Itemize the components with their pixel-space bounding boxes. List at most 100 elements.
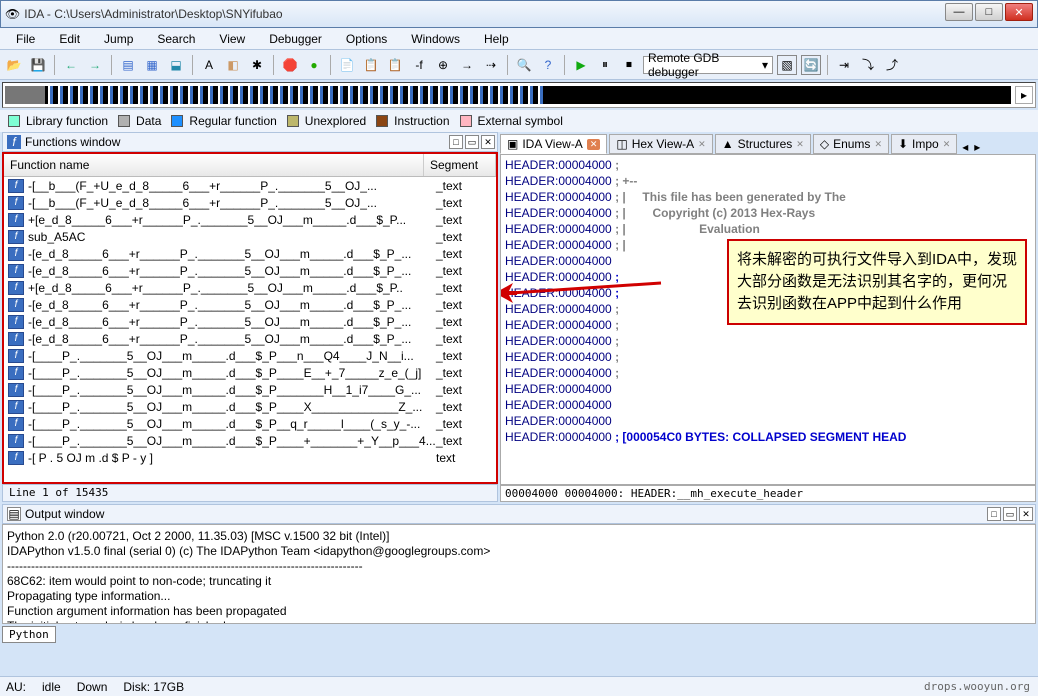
- function-name: -[____P_._______5__OJ___m_____.d___$_P__…: [28, 349, 436, 363]
- close-icon[interactable]: ✕: [943, 139, 951, 150]
- output-line: Propagating type information...: [7, 589, 1031, 604]
- function-row[interactable]: f-[e_d_8_____6___+r______P_._______5__OJ…: [4, 262, 496, 279]
- tab-ida-view-a[interactable]: ▣IDA View-A✕: [500, 134, 607, 154]
- tab-structures[interactable]: ▲Structures✕: [715, 134, 811, 154]
- close-icon[interactable]: ✕: [874, 139, 882, 150]
- tool-icon[interactable]: ⬓: [166, 55, 186, 75]
- run-icon[interactable]: ▶: [571, 55, 591, 75]
- circle-icon[interactable]: ●: [304, 55, 324, 75]
- function-row[interactable]: f-[__b___(F_+U_e_d_8_____6___+r______P_.…: [4, 194, 496, 211]
- col-segment[interactable]: Segment: [424, 154, 496, 176]
- function-row[interactable]: f-[e_d_8_____6___+r______P_._______5__OJ…: [4, 296, 496, 313]
- function-row[interactable]: f-[____P_._______5__OJ___m_____.d___$_P_…: [4, 398, 496, 415]
- menu-view[interactable]: View: [209, 30, 255, 48]
- pause-icon[interactable]: ⏸: [595, 55, 615, 75]
- debug-icon[interactable]: ⇢: [481, 55, 501, 75]
- menu-help[interactable]: Help: [474, 30, 519, 48]
- menu-file[interactable]: File: [6, 30, 45, 48]
- panel-close-icon[interactable]: ✕: [1019, 507, 1033, 521]
- open-icon[interactable]: 📂: [4, 55, 24, 75]
- function-row[interactable]: f-[____P_._______5__OJ___m_____.d___$_P_…: [4, 415, 496, 432]
- menu-debugger[interactable]: Debugger: [259, 30, 332, 48]
- close-button[interactable]: ✕: [1005, 3, 1033, 21]
- nav-back-icon[interactable]: ←: [61, 55, 81, 75]
- step-icon[interactable]: ⤵: [858, 55, 878, 75]
- tab-label: IDA View-A: [522, 137, 582, 151]
- nav-arrow-icon[interactable]: ▸: [1015, 86, 1033, 104]
- debug-icon[interactable]: →: [457, 55, 477, 75]
- function-row[interactable]: f-[e_d_8_____6___+r______P_._______5__OJ…: [4, 245, 496, 262]
- close-icon[interactable]: ✕: [587, 139, 601, 150]
- output-content[interactable]: Python 2.0 (r20.00721, Oct 2 2000, 11.35…: [2, 524, 1036, 624]
- help-icon[interactable]: ?: [538, 55, 558, 75]
- function-row[interactable]: f+[e_d_8_____6___+r______P_._______5__OJ…: [4, 211, 496, 228]
- functions-list: Function name Segment f-[__b___(F_+U_e_d…: [2, 152, 498, 484]
- zoom-icon[interactable]: 🔍: [514, 55, 534, 75]
- panel-minimize-icon[interactable]: □: [449, 135, 463, 149]
- output-line: ----------------------------------------…: [7, 559, 1031, 574]
- col-function-name[interactable]: Function name: [4, 154, 424, 176]
- menu-options[interactable]: Options: [336, 30, 397, 48]
- function-icon: f: [8, 349, 24, 363]
- step-icon[interactable]: ⤴: [882, 55, 902, 75]
- tool-icon[interactable]: ▤: [118, 55, 138, 75]
- tab-enums[interactable]: ◇Enums✕: [813, 134, 889, 154]
- menu-edit[interactable]: Edit: [49, 30, 90, 48]
- menu-search[interactable]: Search: [147, 30, 205, 48]
- panel-restore-icon[interactable]: ▭: [465, 135, 479, 149]
- tool-icon[interactable]: ▦: [142, 55, 162, 75]
- function-row[interactable]: f-[e_d_8_____6___+r______P_._______5__OJ…: [4, 330, 496, 347]
- disasm-line: HEADER:00004000 ; | Copyright (c) 2013 H…: [505, 205, 1031, 221]
- tab-impo[interactable]: ⬇Impo✕: [891, 134, 957, 154]
- tool-icon[interactable]: ▧: [777, 55, 797, 75]
- nav-fwd-icon[interactable]: →: [85, 55, 105, 75]
- save-icon[interactable]: 💾: [28, 55, 48, 75]
- python-button[interactable]: Python: [2, 626, 56, 643]
- stop-icon[interactable]: 🛑: [280, 55, 300, 75]
- menu-windows[interactable]: Windows: [401, 30, 470, 48]
- view-tabs: ▣IDA View-A✕◫Hex View-A✕▲Structures✕◇Enu…: [500, 132, 1036, 154]
- text-icon[interactable]: 📄: [337, 55, 357, 75]
- function-row[interactable]: f-[e_d_8_____6___+r______P_._______5__OJ…: [4, 313, 496, 330]
- function-icon: f: [8, 315, 24, 329]
- close-icon[interactable]: ✕: [796, 139, 804, 150]
- debugger-select[interactable]: Remote GDB debugger▾: [643, 56, 773, 74]
- stop-icon[interactable]: ⏹: [619, 55, 639, 75]
- maximize-button[interactable]: □: [975, 3, 1003, 21]
- text-icon[interactable]: 📋: [361, 55, 381, 75]
- function-row[interactable]: f-[____P_._______5__OJ___m_____.d___$_P_…: [4, 364, 496, 381]
- function-segment: _text: [436, 315, 496, 329]
- tab-scroll-left[interactable]: ◂: [959, 140, 971, 154]
- output-window-title: ▤ Output window □ ▭ ✕: [2, 504, 1036, 524]
- function-row[interactable]: f-[____P_._______5__OJ___m_____.d___$_P_…: [4, 432, 496, 449]
- debug-icon[interactable]: ⊕: [433, 55, 453, 75]
- nav-overview[interactable]: ▸: [2, 82, 1036, 108]
- function-row[interactable]: f -[____P_._______5__OJ___m_____.d___$_P_…: [4, 347, 496, 364]
- panel-minimize-icon[interactable]: □: [987, 507, 1001, 521]
- panel-close-icon[interactable]: ✕: [481, 135, 495, 149]
- tool-icon[interactable]: ◧: [223, 55, 243, 75]
- tool-icon[interactable]: 🔄: [801, 55, 821, 75]
- disasm-line: HEADER:00004000 ;: [505, 157, 1031, 173]
- tab-hex-view-a[interactable]: ◫Hex View-A✕: [609, 134, 712, 154]
- tool-icon[interactable]: ✱: [247, 55, 267, 75]
- function-row[interactable]: fsub_A5AC_text: [4, 228, 496, 245]
- minimize-button[interactable]: —: [945, 3, 973, 21]
- debug-icon[interactable]: -f: [409, 55, 429, 75]
- ida-view[interactable]: 将未解密的可执行文件导入到IDA中，发现大部分函数是无法识别其名字的，更何况去识…: [500, 154, 1036, 485]
- step-icon[interactable]: ⇥: [834, 55, 854, 75]
- function-row[interactable]: f-[____P_._______5__OJ___m_____.d___$_P_…: [4, 381, 496, 398]
- text-icon[interactable]: 📋: [385, 55, 405, 75]
- function-icon: f: [8, 213, 24, 227]
- tool-icon[interactable]: A: [199, 55, 219, 75]
- function-row[interactable]: f+[e_d_8_____6___+r______P_._______5__OJ…: [4, 279, 496, 296]
- menu-jump[interactable]: Jump: [94, 30, 143, 48]
- function-row[interactable]: f-[ P . 5 OJ m .d $ P - y ]text: [4, 449, 496, 466]
- function-row[interactable]: f-[__b___(F_+U_e_d_8_____6___+r______P_.…: [4, 177, 496, 194]
- function-segment: _text: [436, 417, 496, 431]
- close-icon[interactable]: ✕: [698, 139, 706, 150]
- table-header[interactable]: Function name Segment: [4, 154, 496, 177]
- panel-restore-icon[interactable]: ▭: [1003, 507, 1017, 521]
- function-segment: _text: [436, 366, 496, 380]
- tab-scroll-right[interactable]: ▸: [971, 140, 983, 154]
